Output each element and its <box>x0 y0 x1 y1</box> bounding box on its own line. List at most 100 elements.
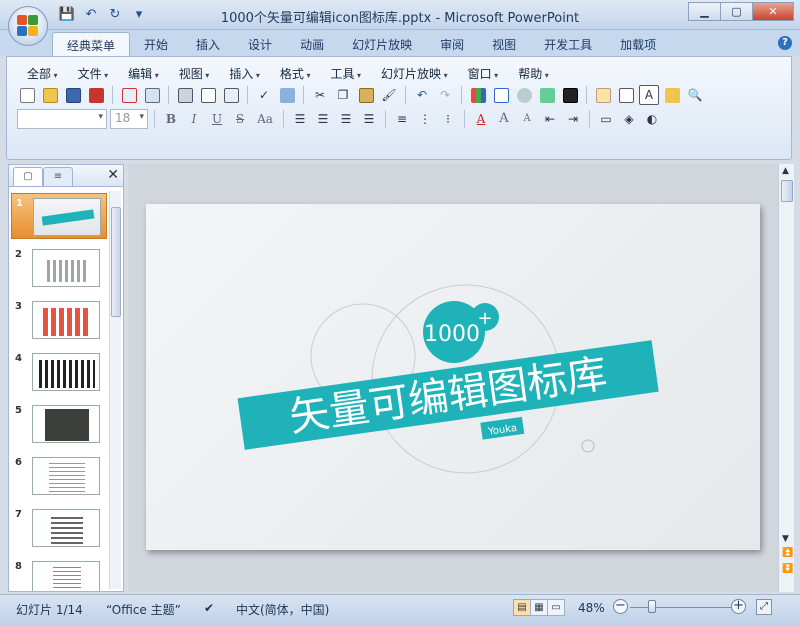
tab-design[interactable]: 设计 <box>234 32 286 58</box>
decrease-indent-icon[interactable]: ⇤ <box>540 109 560 129</box>
print-icon[interactable] <box>175 85 195 105</box>
pdf-icon[interactable] <box>86 85 106 105</box>
thumbnail-scroll-thumb[interactable] <box>111 207 121 317</box>
attach-icon[interactable] <box>142 85 162 105</box>
slide-thumbnail[interactable]: 5 <box>11 401 107 447</box>
theme-name[interactable]: “Office 主题” <box>106 601 181 618</box>
menu-help[interactable]: 帮助 <box>508 63 559 84</box>
cut-icon[interactable]: ✂ <box>310 85 330 105</box>
menu-format[interactable]: 格式 <box>270 63 321 84</box>
normal-view-button[interactable]: ▤ <box>513 599 531 616</box>
tab-developer[interactable]: 开发工具 <box>530 32 606 58</box>
menu-slideshow[interactable]: 幻灯片放映 <box>371 63 458 84</box>
font-name-combo[interactable] <box>17 109 107 129</box>
tab-review[interactable]: 审阅 <box>426 32 478 58</box>
zoom-in-button[interactable]: + <box>731 599 746 614</box>
insert-table-icon[interactable] <box>491 85 511 105</box>
menu-all[interactable]: 全部 <box>17 63 68 84</box>
spelling-check-icon[interactable]: ✔ <box>204 601 214 615</box>
font-size-combo[interactable]: 18 <box>110 109 148 129</box>
align-right-icon[interactable]: ☰ <box>336 109 356 129</box>
numbering-icon[interactable]: ⋮ <box>415 109 435 129</box>
folder-icon[interactable] <box>662 85 682 105</box>
justify-icon[interactable]: ☰ <box>359 109 379 129</box>
new-slide-icon[interactable] <box>593 85 613 105</box>
menu-window[interactable]: 窗口 <box>458 63 509 84</box>
permission-icon[interactable] <box>119 85 139 105</box>
undo-icon[interactable]: ↶ <box>412 85 432 105</box>
increase-indent-icon[interactable]: ⇥ <box>563 109 583 129</box>
tab-slides[interactable]: ▢ <box>13 167 43 186</box>
menu-view[interactable]: 视图 <box>169 63 220 84</box>
clip-art-icon[interactable] <box>514 85 534 105</box>
scroll-down-icon[interactable]: ▼ <box>782 534 789 544</box>
change-case-button[interactable]: Aa <box>253 109 277 129</box>
bullets-icon[interactable]: ⁝ <box>438 109 458 129</box>
font-color-button[interactable]: A <box>471 109 491 129</box>
align-left-icon[interactable]: ☰ <box>290 109 310 129</box>
minimize-button[interactable]: ▁ <box>688 2 721 21</box>
research-icon[interactable] <box>277 85 297 105</box>
save-icon[interactable] <box>63 85 83 105</box>
layout-icon[interactable] <box>616 85 636 105</box>
slide-thumbnail[interactable]: 4 <box>11 349 107 395</box>
page-layout-icon[interactable] <box>221 85 241 105</box>
tab-classic-menu[interactable]: 经典菜单 <box>52 32 131 58</box>
zoom-level[interactable]: 48% <box>578 601 605 615</box>
tab-view[interactable]: 视图 <box>478 32 530 58</box>
scroll-up-icon[interactable]: ▲ <box>782 166 789 176</box>
menu-tools[interactable]: 工具 <box>320 63 371 84</box>
slide-thumbnail[interactable]: 2 <box>11 245 107 291</box>
align-center-icon[interactable]: ☰ <box>313 109 333 129</box>
slide-thumbnail[interactable]: 6 <box>11 453 107 499</box>
slide-thumbnail[interactable]: 7 <box>11 505 107 551</box>
find-icon[interactable]: 🔍 <box>685 85 705 105</box>
menu-file[interactable]: 文件 <box>68 63 119 84</box>
tab-insert[interactable]: 插入 <box>182 32 234 58</box>
zoom-slider[interactable] <box>630 607 734 608</box>
current-slide[interactable]: 1000 + 矢量可编辑图标库 Youka <box>146 204 760 550</box>
tab-slideshow[interactable]: 幻灯片放映 <box>338 32 426 58</box>
tab-animations[interactable]: 动画 <box>286 32 338 58</box>
slide-scroll-thumb[interactable] <box>781 180 793 202</box>
close-button[interactable]: ✕ <box>752 2 794 21</box>
tab-addins[interactable]: 加载项 <box>606 32 670 58</box>
format-painter-icon[interactable]: 🖌 <box>379 85 399 105</box>
new-file-icon[interactable] <box>17 85 37 105</box>
language-indicator[interactable]: 中文(简体，中国) <box>236 601 329 618</box>
tab-outline[interactable]: ≡ <box>43 167 73 186</box>
maximize-button[interactable]: ▢ <box>720 2 753 21</box>
quick-styles-icon[interactable]: ◐ <box>642 109 662 129</box>
shapes-icon[interactable]: ▭ <box>596 109 616 129</box>
menu-insert[interactable]: 插入 <box>219 63 270 84</box>
textbox-icon[interactable]: A <box>639 85 659 105</box>
office-button[interactable] <box>8 6 48 46</box>
underline-button[interactable]: U <box>207 109 227 129</box>
menu-edit[interactable]: 编辑 <box>118 63 169 84</box>
slide-layout-icon[interactable] <box>560 85 580 105</box>
thumbnail-scrollbar[interactable] <box>109 191 121 589</box>
spelling-icon[interactable]: ✓ <box>254 85 274 105</box>
slide-sorter-button[interactable]: ▦ <box>530 599 548 616</box>
next-slide-icon[interactable]: ⏬ <box>782 564 793 574</box>
slide-thumbnail[interactable]: 3 <box>11 297 107 343</box>
paste-icon[interactable] <box>356 85 376 105</box>
slide-thumbnail[interactable]: 1 <box>11 193 107 239</box>
picture-icon[interactable] <box>537 85 557 105</box>
arrange-icon[interactable]: ◈ <box>619 109 639 129</box>
line-spacing-icon[interactable]: ≡ <box>392 109 412 129</box>
bold-button[interactable]: B <box>161 109 181 129</box>
copy-icon[interactable]: ❐ <box>333 85 353 105</box>
shrink-font-button[interactable]: A <box>517 109 537 129</box>
slide-thumbnail[interactable]: 8 <box>11 557 107 591</box>
insert-chart-icon[interactable] <box>468 85 488 105</box>
fit-to-window-button[interactable]: ⤢ <box>756 599 772 615</box>
zoom-slider-knob[interactable] <box>648 600 656 613</box>
close-pane-icon[interactable]: ✕ <box>107 167 119 183</box>
slideshow-view-button[interactable]: ▭ <box>547 599 565 616</box>
grow-font-button[interactable]: A <box>494 109 514 129</box>
italic-button[interactable]: I <box>184 109 204 129</box>
prev-slide-icon[interactable]: ⏫ <box>782 548 793 558</box>
tab-home[interactable]: 开始 <box>130 32 182 58</box>
strikethrough-button[interactable]: S <box>230 109 250 129</box>
